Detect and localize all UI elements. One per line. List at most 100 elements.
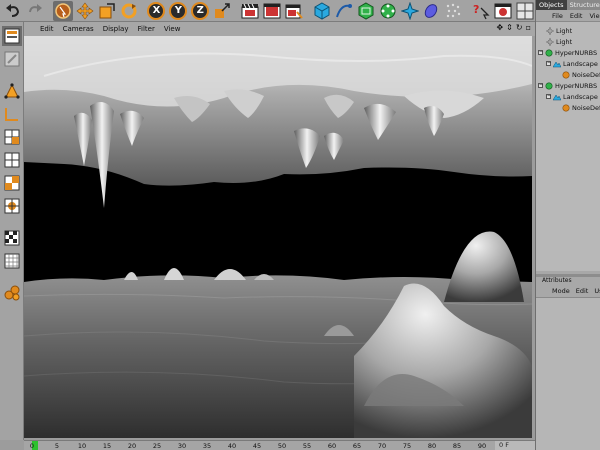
animation-mode-button[interactable] [2, 196, 22, 216]
x-axis-lock-button[interactable]: X [147, 1, 167, 21]
viewport-menu-edit[interactable]: Edit [40, 25, 54, 33]
tree-item-label: NoiseDefo [572, 103, 600, 112]
object-menu-edit[interactable]: Edit [570, 12, 583, 20]
viewport-menu-cameras[interactable]: Cameras [63, 25, 94, 33]
viewport-menu-display[interactable]: Display [103, 25, 129, 33]
redo-icon [28, 3, 42, 12]
viewport-menu-view[interactable]: View [164, 25, 181, 33]
help-pointer-button[interactable]: ? [471, 1, 491, 21]
timeline-tick: 15 [102, 442, 112, 450]
x-axis-label: X [147, 1, 166, 20]
timeline-tick: 35 [202, 442, 212, 450]
live-selection-button[interactable] [52, 0, 73, 21]
viewport-nav-controls: ✥ ⇕ ↻ ▫ [496, 23, 531, 32]
timeline-tick: 45 [252, 442, 262, 450]
render-picture-viewer-button[interactable] [262, 1, 282, 21]
workplane-button[interactable] [2, 251, 22, 271]
attributes-menu-edit[interactable]: Edit [576, 287, 589, 297]
tree-item-landscape[interactable]: − Landscape [546, 91, 598, 102]
tree-item-light[interactable]: Light [546, 36, 572, 47]
object-tree: Light Light − HyperNURBS − Landscape Noi… [536, 21, 600, 271]
tree-item-noisedeformer[interactable]: NoiseDefo [562, 102, 600, 113]
checker-mode-button[interactable] [2, 228, 22, 248]
timeline-tick: 10 [77, 442, 87, 450]
attributes-menu-mode[interactable]: Mode [552, 287, 570, 297]
move-tool-button[interactable] [75, 1, 95, 21]
object-axis-button[interactable] [2, 49, 22, 69]
coordinate-system-icon [215, 2, 230, 18]
tab-structure[interactable]: Structure [566, 0, 600, 10]
timeline-ruler[interactable]: 0 5 10 15 20 25 30 35 40 45 50 55 60 65 … [24, 440, 535, 450]
use-model-tool-button[interactable] [1, 26, 22, 46]
attributes-menu: Mode Edit Us [536, 287, 600, 297]
landscape-icon [553, 93, 561, 101]
undo-button[interactable] [3, 1, 23, 21]
camera-light-button[interactable] [443, 1, 463, 21]
timeline-tick: 30 [177, 442, 187, 450]
polygons-mode-button[interactable] [2, 127, 22, 147]
polygons-mode-icon [4, 129, 19, 145]
attributes-body [536, 297, 600, 450]
scale-tool-button[interactable] [97, 1, 117, 21]
tree-item-noisedeformer[interactable]: NoiseDefo [562, 69, 600, 80]
3d-viewport[interactable] [24, 36, 532, 438]
object-manager-menu: File Edit View [536, 10, 600, 21]
render-view-button[interactable] [240, 1, 260, 21]
panel-tabs: Objects Structure [536, 0, 600, 10]
render-region-button[interactable] [493, 1, 513, 21]
maximize-view-icon[interactable]: ▫ [526, 23, 531, 32]
uv-polygons-button[interactable] [2, 150, 22, 170]
deformer-icon [562, 103, 570, 112]
array-button[interactable] [378, 1, 398, 21]
render-settings-button[interactable] [284, 1, 304, 21]
attributes-menu-user[interactable]: Us [594, 287, 600, 297]
cube-primitive-button[interactable] [312, 1, 332, 21]
tree-expander[interactable]: − [546, 61, 551, 66]
tree-item-hypernurbs[interactable]: − HyperNURBS [538, 80, 597, 91]
tree-item-label: NoiseDefo [572, 70, 600, 79]
redo-button[interactable] [25, 1, 45, 21]
z-axis-label: Z [191, 1, 210, 20]
edges-mode-button[interactable] [2, 104, 22, 124]
rotate-view-icon[interactable]: ↻ [516, 23, 523, 32]
tree-item-landscape[interactable]: − Landscape [546, 58, 598, 69]
tab-objects[interactable]: Objects [536, 0, 567, 10]
soft-selection-icon [4, 285, 19, 301]
timeline-tick: 55 [302, 442, 312, 450]
tab-attributes[interactable]: Attributes [542, 277, 572, 284]
light-scatter-icon [447, 3, 461, 17]
object-menu-file[interactable]: File [552, 12, 563, 20]
tree-item-hypernurbs[interactable]: − HyperNURBS [538, 47, 597, 58]
tree-item-light[interactable]: Light [546, 25, 572, 36]
soft-selection-button[interactable] [2, 283, 22, 303]
z-axis-lock-button[interactable]: Z [190, 1, 210, 21]
tree-expander[interactable]: − [546, 94, 551, 99]
hypernurbs-button[interactable] [356, 1, 376, 21]
mode-toolbar [0, 22, 24, 440]
y-axis-lock-button[interactable]: Y [168, 1, 188, 21]
viewport-menu-filter[interactable]: Filter [138, 25, 155, 33]
current-frame-field[interactable]: 0 F [495, 441, 535, 450]
rotate-tool-button[interactable] [119, 1, 139, 21]
coordinate-system-button[interactable] [212, 1, 232, 21]
question-pointer-icon: ? [473, 3, 490, 19]
tree-expander[interactable]: − [538, 83, 543, 88]
timeline-tick: 80 [427, 442, 437, 450]
zoom-view-icon[interactable]: ⇕ [506, 23, 513, 32]
deformer-button[interactable] [400, 1, 420, 21]
array-icon [380, 3, 396, 18]
spline-pen-button[interactable] [334, 1, 354, 21]
live-selection-icon [55, 2, 71, 19]
tree-item-label: HyperNURBS [555, 48, 598, 57]
timeline-tick: 25 [152, 442, 162, 450]
tree-item-label: Landscape [563, 59, 598, 68]
tree-expander[interactable]: − [538, 50, 543, 55]
layout-button[interactable] [515, 1, 535, 21]
animation-mode-icon [4, 198, 19, 214]
environment-button[interactable] [422, 1, 442, 21]
object-menu-view[interactable]: View [589, 12, 600, 20]
timeline-tick: 0 [29, 442, 35, 450]
points-mode-button[interactable] [2, 81, 22, 101]
texture-mode-button[interactable] [2, 173, 22, 193]
move-view-icon[interactable]: ✥ [496, 23, 503, 32]
